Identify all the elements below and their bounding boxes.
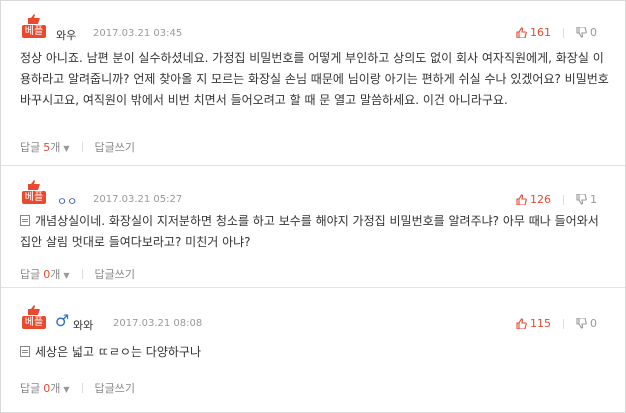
- chevron-down-icon: ▼: [63, 385, 70, 394]
- divider: [563, 194, 564, 205]
- chevron-down-icon: ▼: [63, 144, 70, 153]
- thumbs-up-icon: [516, 318, 527, 329]
- reply-label: 답글: [20, 268, 41, 281]
- thumbs-up-icon: [28, 180, 40, 190]
- reply-count-suffix: 개: [50, 141, 61, 154]
- reply-count-suffix: 개: [50, 382, 61, 395]
- upvote-button[interactable]: 161: [516, 26, 551, 39]
- reply-toggle[interactable]: 답글 0개 ▼: [20, 266, 70, 282]
- reply-count-suffix: 개: [50, 268, 61, 281]
- thumbs-up-icon: [28, 14, 40, 24]
- thumbs-down-icon: [576, 27, 587, 38]
- thumbs-up-icon: [516, 194, 527, 205]
- thumbs-down-icon: [576, 318, 587, 329]
- reply-toggle[interactable]: 답글 0개 ▼: [20, 380, 70, 396]
- document-icon: [20, 215, 30, 226]
- best-badge: 베플: [20, 305, 48, 329]
- thumbs-up-icon: [516, 27, 527, 38]
- divider: [563, 27, 564, 38]
- reply-label: 답글: [20, 141, 41, 154]
- reply-toggle[interactable]: 답글 5개 ▼: [20, 139, 70, 155]
- upvote-count: 115: [530, 317, 551, 330]
- divider: [81, 383, 83, 393]
- comment-author[interactable]: 와와: [73, 317, 93, 333]
- write-reply-button[interactable]: 답글쓰기: [95, 380, 135, 396]
- divider: [81, 142, 83, 152]
- comment-text: 개념상실이네. 화장실이 지저분하면 청소를 하고 보수를 해야지 가정집 비밀…: [20, 214, 599, 249]
- best-label: 베플: [22, 25, 46, 38]
- write-reply-button[interactable]: 답글쓰기: [95, 139, 135, 155]
- best-label: 베플: [22, 191, 46, 204]
- comment-item: 베플 ♂ 와와 2017.03.21 08:08 115 0 세상은 넓고 ㄸㄹ…: [1, 288, 625, 412]
- comment-list: 베플 와우 2017.03.21 03:45 161 0 정상 아니죠. 남편 …: [0, 0, 626, 413]
- reply-count: 5개: [43, 141, 60, 154]
- vote-controls: 115 0: [516, 317, 597, 330]
- best-label: 베플: [22, 316, 46, 329]
- best-badge: 베플: [20, 14, 48, 38]
- reply-label: 답글: [20, 382, 41, 395]
- downvote-button[interactable]: 0: [576, 317, 597, 330]
- comment-item: 베플 ㅇㅇ 2017.03.21 05:27 126 1 개념상실이네. 화장실…: [1, 166, 625, 288]
- downvote-count: 1: [590, 193, 597, 206]
- reply-count: 0개: [43, 382, 60, 395]
- document-icon: [20, 346, 30, 357]
- comment-author[interactable]: 와우: [56, 27, 76, 43]
- vote-controls: 161 0: [516, 26, 597, 39]
- thumbs-down-icon: [576, 194, 587, 205]
- downvote-button[interactable]: 0: [576, 26, 597, 39]
- best-badge: 베플: [20, 180, 48, 204]
- divider: [563, 318, 564, 329]
- comment-author[interactable]: ㅇㅇ: [57, 193, 77, 209]
- thumbs-up-icon: [28, 305, 40, 315]
- vote-controls: 126 1: [516, 193, 597, 206]
- reply-count: 0개: [43, 268, 60, 281]
- male-icon: ♂: [55, 311, 70, 330]
- upvote-count: 161: [530, 26, 551, 39]
- comment-text: 세상은 넓고 ㄸㄹㅇ는 다양하구나: [35, 345, 202, 359]
- comment-body: 개념상실이네. 화장실이 지저분하면 청소를 하고 보수를 해야지 가정집 비밀…: [20, 211, 610, 253]
- comment-item: 베플 와우 2017.03.21 03:45 161 0 정상 아니죠. 남편 …: [1, 1, 625, 166]
- comment-actions: 답글 0개 ▼ 답글쓰기: [20, 266, 135, 282]
- downvote-count: 0: [590, 317, 597, 330]
- write-reply-button[interactable]: 답글쓰기: [95, 266, 135, 282]
- comment-date: 2017.03.21 05:27: [93, 194, 183, 205]
- comment-date: 2017.03.21 08:08: [113, 318, 203, 329]
- comment-actions: 답글 0개 ▼ 답글쓰기: [20, 380, 135, 396]
- upvote-button[interactable]: 115: [516, 317, 551, 330]
- divider: [81, 269, 83, 279]
- comment-date: 2017.03.21 03:45: [93, 28, 183, 39]
- upvote-button[interactable]: 126: [516, 193, 551, 206]
- upvote-count: 126: [530, 193, 551, 206]
- chevron-down-icon: ▼: [63, 271, 70, 280]
- downvote-button[interactable]: 1: [576, 193, 597, 206]
- comment-body: 정상 아니죠. 남편 분이 실수하셨네요. 가정집 비밀번호를 어떻게 부인하고…: [20, 51, 609, 107]
- comment-actions: 답글 5개 ▼ 답글쓰기: [20, 139, 135, 155]
- comment-body: 세상은 넓고 ㄸㄹㅇ는 다양하구나: [20, 342, 610, 363]
- downvote-count: 0: [590, 26, 597, 39]
